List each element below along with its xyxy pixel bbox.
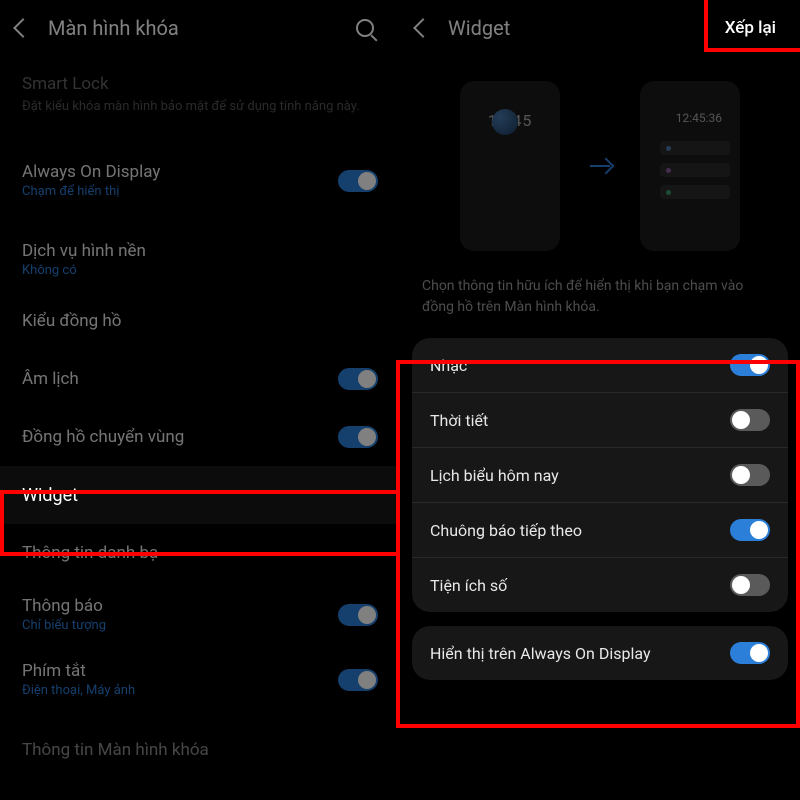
roaming-label: Đồng hồ chuyển vùng xyxy=(22,427,338,447)
reorder-button[interactable]: Xếp lại xyxy=(717,14,784,42)
widget-weather-label: Thời tiết xyxy=(430,411,730,430)
header-left: Màn hình khóa xyxy=(0,0,400,56)
lunar-label: Âm lịch xyxy=(22,369,338,389)
widget-aod-label: Hiển thị trên Always On Display xyxy=(430,644,730,663)
widget-row-aod[interactable]: Hiển thị trên Always On Display xyxy=(412,626,788,680)
smart-lock-label: Smart Lock xyxy=(22,74,378,94)
smart-lock-desc: Đặt kiểu khóa màn hình bảo mật để sử dụn… xyxy=(22,98,378,116)
widget-digital-label: Tiện ích số xyxy=(430,576,730,595)
widget-row-digital[interactable]: Tiện ích số xyxy=(412,558,788,612)
row-widget[interactable]: Widget xyxy=(0,466,400,524)
row-lunar[interactable]: Âm lịch xyxy=(0,350,400,408)
shortcuts-toggle[interactable] xyxy=(338,669,378,691)
wallpaper-sub: Không có xyxy=(22,263,378,278)
widget-aod-toggle[interactable] xyxy=(730,642,770,664)
shortcuts-label: Phím tắt xyxy=(22,661,338,681)
aod-sub: Chạm để hiển thị xyxy=(22,184,338,199)
aod-toggle[interactable] xyxy=(338,170,378,192)
widget-schedule-label: Lịch biểu hôm nay xyxy=(430,466,730,485)
notifications-toggle[interactable] xyxy=(338,604,378,626)
row-clock-style[interactable]: Kiểu đồng hồ xyxy=(0,292,400,350)
search-icon xyxy=(356,19,374,37)
widget-alarm-label: Chuông báo tiếp theo xyxy=(430,521,730,540)
widget-row-schedule[interactable]: Lịch biểu hôm nay xyxy=(412,448,788,503)
widget-description: Chọn thông tin hữu ích để hiển thị khi b… xyxy=(400,266,800,338)
row-aod[interactable]: Always On Display Chạm để hiển thị xyxy=(0,148,400,213)
shortcuts-sub: Điện thoại, Máy ảnh xyxy=(22,683,338,698)
phone-mock-after: 12:45:36 xyxy=(640,81,740,251)
wallpaper-label: Dịch vụ hình nền xyxy=(22,241,378,261)
preview-time-2: 12:45:36 xyxy=(650,111,730,125)
roaming-toggle[interactable] xyxy=(338,426,378,448)
row-roaming[interactable]: Đồng hồ chuyển vùng xyxy=(0,408,400,466)
row-smart-lock: Smart Lock Đặt kiểu khóa màn hình bảo mậ… xyxy=(0,56,400,134)
arrow-right-icon xyxy=(590,165,610,167)
widget-schedule-toggle[interactable] xyxy=(730,464,770,486)
header-right: Widget Xếp lại xyxy=(400,0,800,56)
row-contact-info[interactable]: Thông tin danh bạ xyxy=(0,524,400,582)
search-button[interactable] xyxy=(356,19,374,37)
notifications-label: Thông báo xyxy=(22,596,338,616)
row-wallpaper[interactable]: Dịch vụ hình nền Không có xyxy=(0,227,400,292)
lunar-toggle[interactable] xyxy=(338,368,378,390)
lockscreen-info-label: Thông tin Màn hình khóa xyxy=(22,740,209,760)
widget-preview: 12:45 12:45:36 xyxy=(400,56,800,266)
clock-style-label: Kiểu đồng hồ xyxy=(22,311,378,331)
row-notifications[interactable]: Thông báo Chỉ biểu tượng xyxy=(0,582,400,647)
page-title-right: Widget xyxy=(448,16,717,40)
widget-row-alarm[interactable]: Chuông báo tiếp theo xyxy=(412,503,788,558)
widget-weather-toggle[interactable] xyxy=(730,409,770,431)
phone-mock-before: 12:45 xyxy=(460,81,560,251)
row-lockscreen-info[interactable]: Thông tin Màn hình khóa xyxy=(0,726,400,760)
widget-row-weather[interactable]: Thời tiết xyxy=(412,393,788,448)
contact-info-label: Thông tin danh bạ xyxy=(22,543,378,563)
widget-toggle-list: Nhạc Thời tiết Lịch biểu hôm nay Chuông … xyxy=(412,338,788,612)
widget-aod-list: Hiển thị trên Always On Display xyxy=(412,626,788,680)
widget-digital-toggle[interactable] xyxy=(730,574,770,596)
notifications-sub: Chỉ biểu tượng xyxy=(22,618,338,633)
row-shortcuts[interactable]: Phím tắt Điện thoại, Máy ảnh xyxy=(0,647,400,712)
back-icon[interactable] xyxy=(413,18,433,38)
page-title: Màn hình khóa xyxy=(48,16,356,40)
widget-alarm-toggle[interactable] xyxy=(730,519,770,541)
widget-row-music[interactable]: Nhạc xyxy=(412,338,788,393)
globe-icon xyxy=(492,109,518,135)
widget-music-label: Nhạc xyxy=(430,356,730,375)
widget-label: Widget xyxy=(22,485,378,506)
widget-music-toggle[interactable] xyxy=(730,354,770,376)
back-icon[interactable] xyxy=(13,18,33,38)
aod-label: Always On Display xyxy=(22,162,338,182)
